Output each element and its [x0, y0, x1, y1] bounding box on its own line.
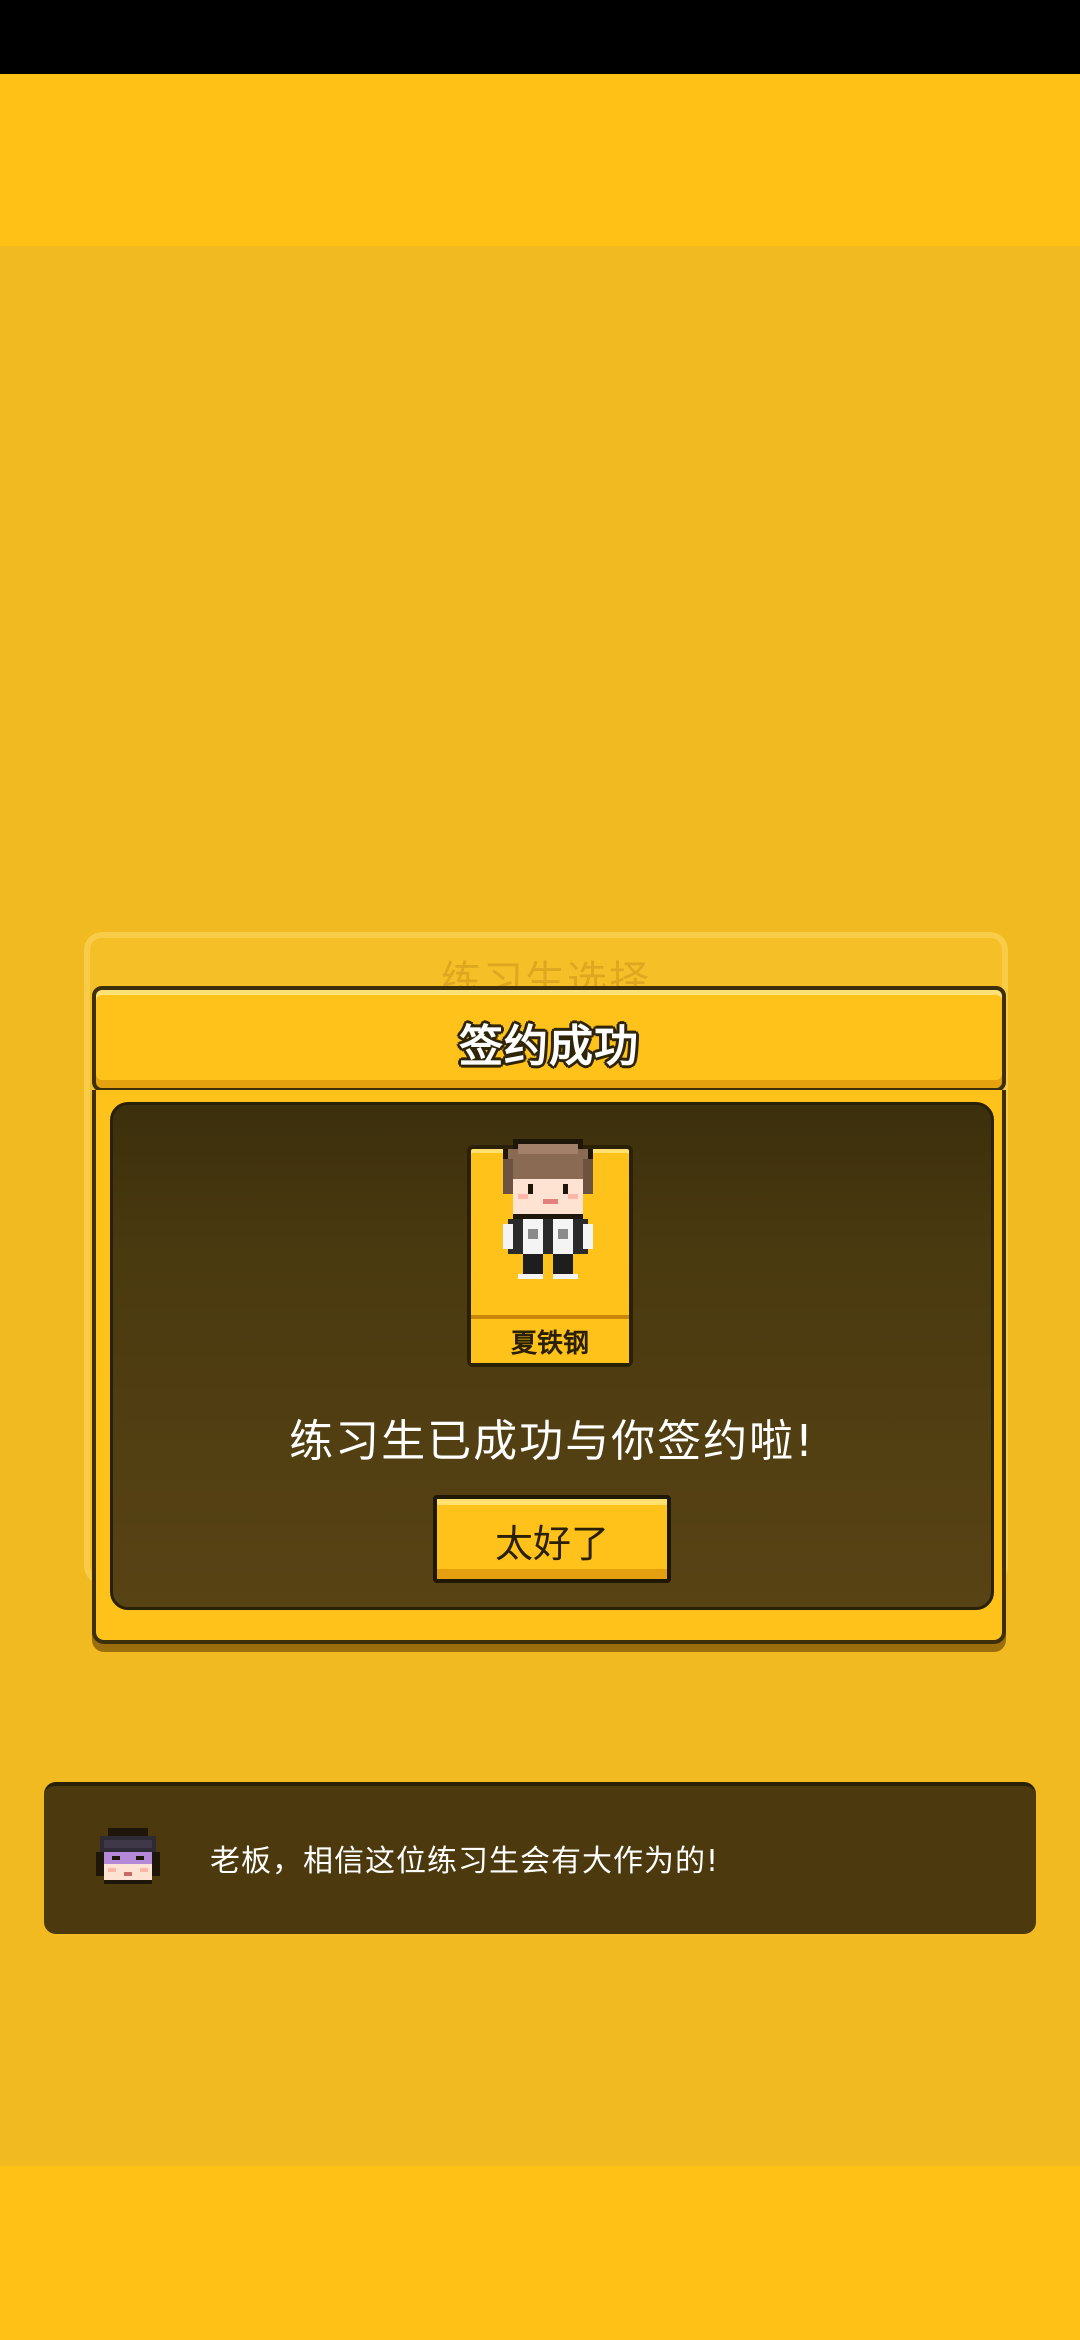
top-band [0, 74, 1080, 246]
modal-title: 签约成功 [459, 1021, 639, 1072]
advisor-message-bar: 老板，相信这位练习生会有大作为的! [44, 1782, 1036, 1934]
trainee-avatar-icon [503, 1139, 593, 1279]
modal-header: 签约成功 [92, 986, 1006, 1092]
character-card: 夏铁钢 [467, 1139, 633, 1367]
game-screen: 练习生选择 签约成功 夏铁钢 练习生已成功与你签约啦! 太好了 老板，相信这位练… [0, 0, 1080, 2340]
boss-avatar-icon [96, 1828, 160, 1884]
character-name: 夏铁钢 [510, 1329, 589, 1359]
advisor-message: 老板，相信这位练习生会有大作为的! [210, 1844, 720, 1879]
modal-frame: 夏铁钢 练习生已成功与你签约啦! 太好了 [92, 1090, 1006, 1644]
success-message: 练习生已成功与你签约啦! [289, 1416, 815, 1467]
modal-body: 夏铁钢 练习生已成功与你签约啦! 太好了 [110, 1102, 994, 1610]
sign-success-modal: 签约成功 夏铁钢 练习生已成功与你签约啦! 太好了 [92, 986, 1006, 1652]
character-name-bar: 夏铁钢 [471, 1315, 629, 1363]
confirm-button-label: 太好了 [494, 1522, 609, 1566]
bottom-band [0, 2166, 1080, 2340]
confirm-button[interactable]: 太好了 [433, 1495, 671, 1583]
status-bar [0, 0, 1080, 74]
